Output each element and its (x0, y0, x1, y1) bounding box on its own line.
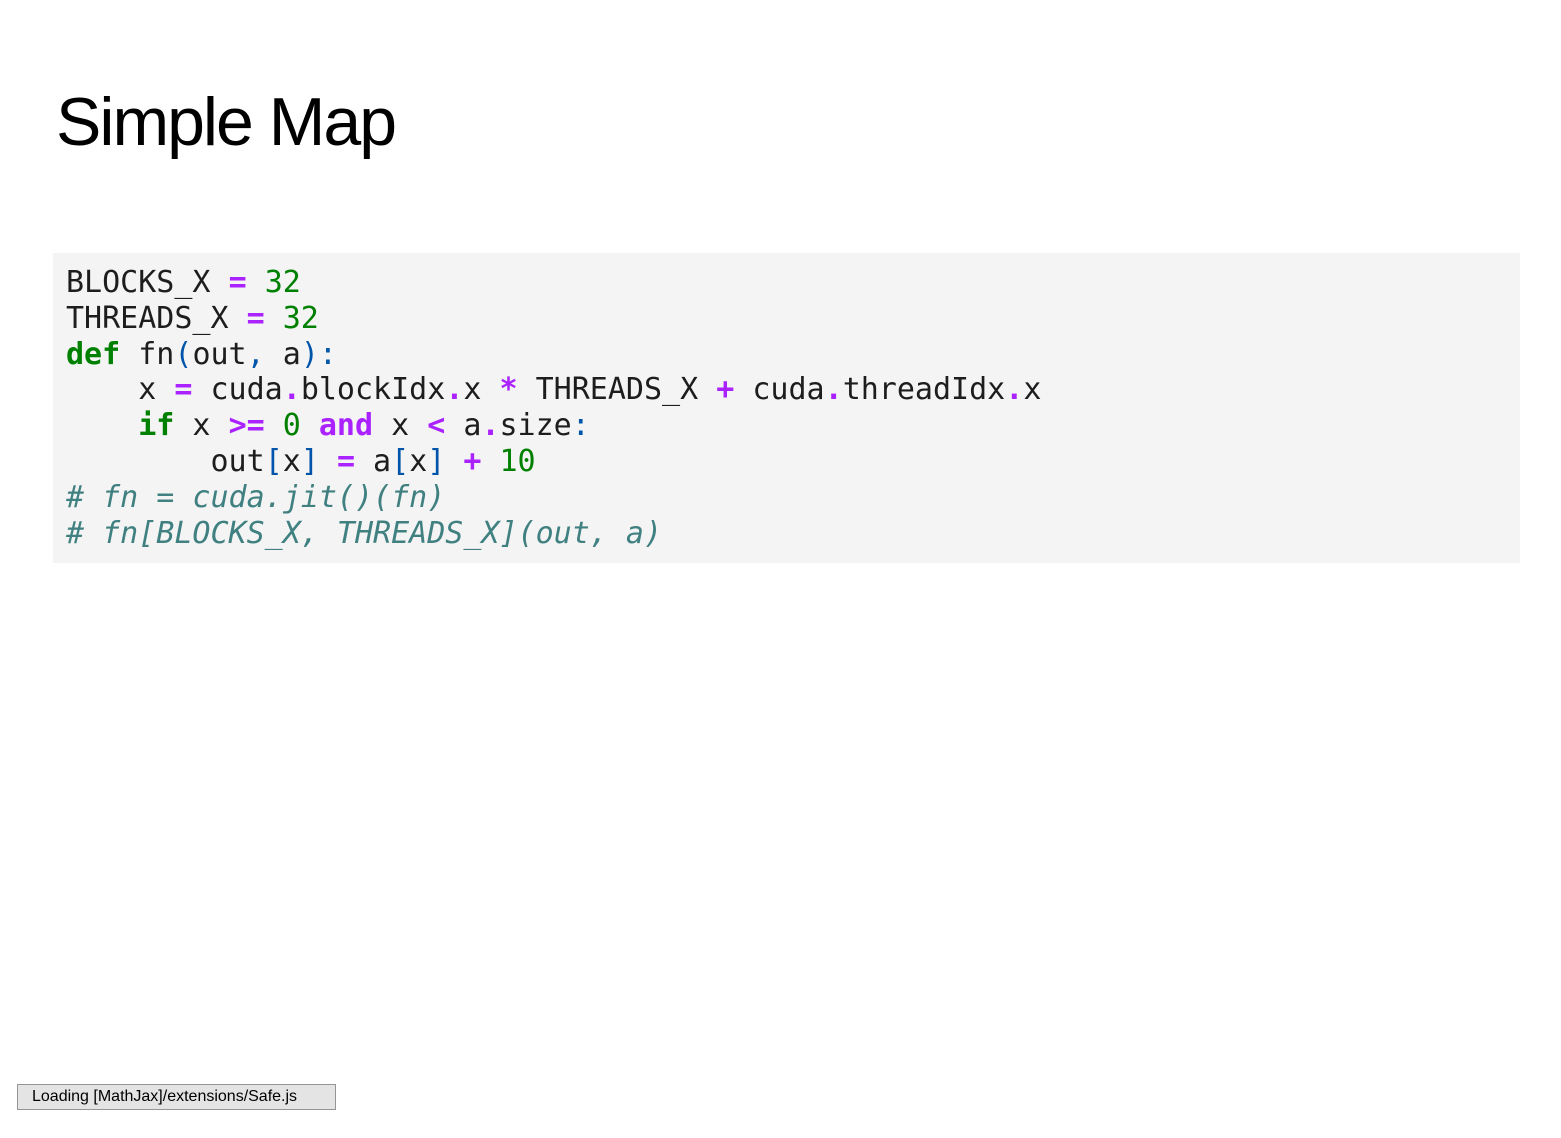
code-token: THREADS_X (66, 300, 247, 336)
code-token: + (463, 443, 482, 479)
code-token: , (246, 336, 265, 372)
code-token: x (373, 408, 428, 444)
code-token: x (174, 408, 229, 444)
code-line: x = cuda.blockIdx.x * THREADS_X + cuda.t… (66, 372, 1520, 408)
code-token: . (824, 372, 843, 408)
code-token: ( (174, 336, 193, 372)
code-token: = (246, 300, 265, 336)
code-line: # fn = cuda.jit()(fn) (66, 480, 1520, 516)
code-token: = (336, 443, 355, 479)
code-token: fn (120, 336, 175, 372)
code-block: BLOCKS_X = 32 THREADS_X = 32 def fn(out, a… (53, 253, 1520, 563)
code-line: # fn[BLOCKS_X, THREADS_X](out, a) (66, 516, 1520, 552)
code-token: threadIdx (842, 372, 1006, 408)
code-token: [ (391, 443, 410, 479)
code-token: x (463, 372, 500, 408)
code-token: x (66, 372, 175, 408)
code-token: and (318, 408, 374, 444)
code-token: * (499, 372, 518, 408)
code-line: def fn(out, a): (66, 337, 1520, 373)
code-token: THREADS_X (517, 372, 717, 408)
code-token: 32 (282, 300, 319, 336)
code-token: blockIdx (300, 372, 446, 408)
mathjax-loading-status: Loading [MathJax]/extensions/Safe.js (17, 1084, 336, 1110)
code-token: BLOCKS_X (66, 265, 229, 300)
code-token: < (427, 408, 446, 444)
code-token: a (355, 443, 392, 479)
code-token: size (499, 408, 572, 444)
code-token: . (282, 372, 301, 408)
code-token: def (66, 336, 121, 372)
code-token: = (174, 372, 193, 408)
code-token: 0 (282, 408, 301, 444)
code-token: # fn = cuda.jit()(fn) (66, 479, 446, 515)
slide-title: Simple Map (56, 84, 397, 160)
code-token: x (282, 443, 301, 479)
code-token: ] (427, 443, 446, 479)
code-token: if (138, 408, 175, 444)
code-token: out (192, 336, 247, 372)
code-token: cuda (192, 372, 283, 408)
code-token: >= (228, 408, 265, 444)
code-token: . (445, 372, 464, 408)
code-token: 10 (499, 443, 536, 479)
code-token: = (228, 265, 247, 300)
code-token: ] (300, 443, 319, 479)
code-token: x (1023, 372, 1042, 408)
code-line: THREADS_X = 32 (66, 301, 1520, 337)
code-token: out (66, 443, 265, 479)
code-token: a (264, 336, 301, 372)
code-line: if x >= 0 and x < a.size: (66, 408, 1520, 444)
code-token: ): (300, 336, 337, 372)
code-line: BLOCKS_X = 32 (66, 265, 1520, 301)
code-token: . (1005, 372, 1024, 408)
code-token: x (409, 443, 428, 479)
code-line: out[x] = a[x] + 10 (66, 444, 1520, 480)
code-token: [ (264, 443, 283, 479)
code-token: . (481, 408, 500, 444)
code-token: # fn[BLOCKS_X, THREADS_X](out, a) (66, 515, 663, 551)
code-token: a (445, 408, 482, 444)
code-token: 32 (264, 265, 301, 300)
code-token: cuda (734, 372, 825, 408)
code-token: : (571, 408, 590, 444)
code-token: + (716, 372, 735, 408)
